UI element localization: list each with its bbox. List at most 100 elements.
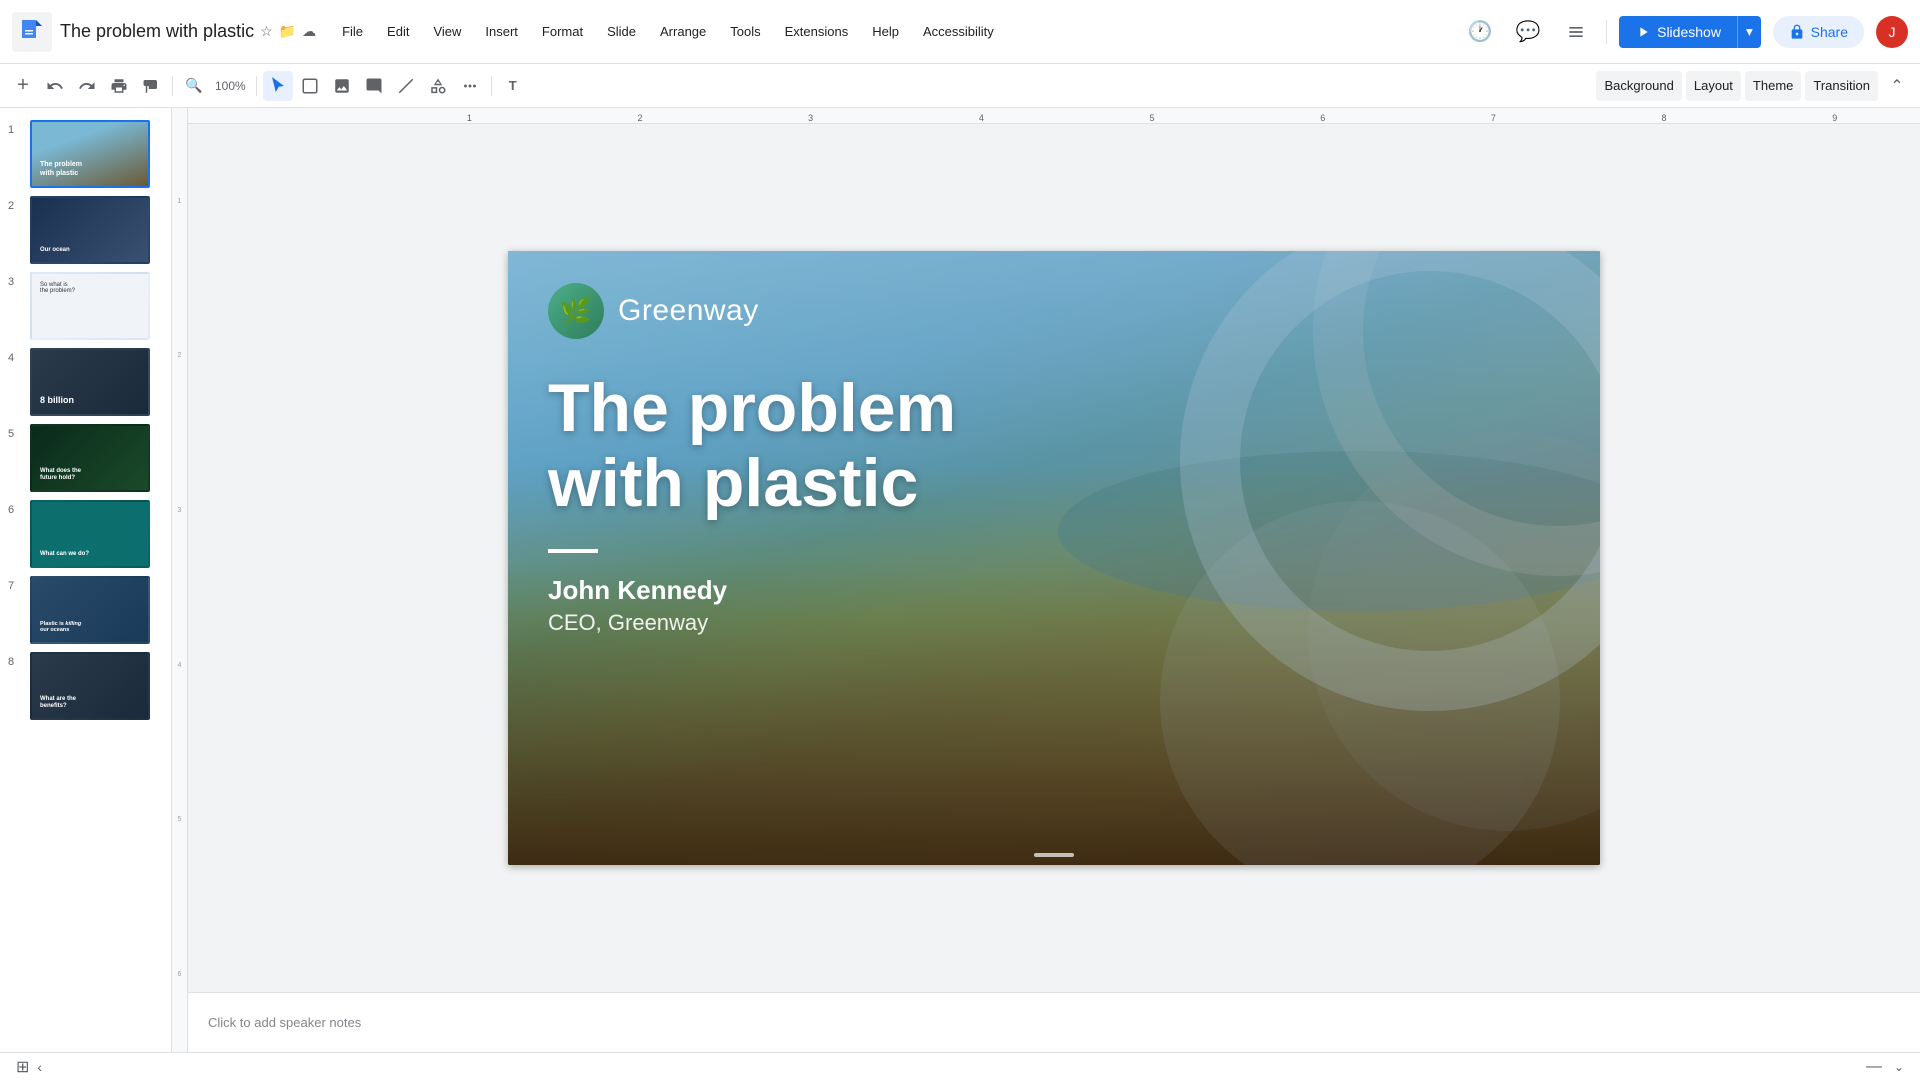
ruler-marks: 1 2 3 4 5 6 7 8 9 bbox=[188, 108, 1920, 123]
cloud-icon[interactable]: ☁ bbox=[302, 23, 316, 40]
slide-thumb-2[interactable]: Our ocean bbox=[30, 196, 150, 264]
background-button[interactable]: Background bbox=[1596, 71, 1681, 101]
slide-thumb-content-2: Our ocean bbox=[32, 198, 148, 262]
undo-button[interactable] bbox=[40, 71, 70, 101]
slide-item-4[interactable]: 4 8 billion bbox=[0, 344, 171, 420]
line-tool[interactable] bbox=[391, 71, 421, 101]
slideshow-group: Slideshow ▾ bbox=[1619, 16, 1761, 48]
slide-wrapper[interactable]: 🌿 Greenway The problem with plastic John… bbox=[188, 124, 1920, 992]
ruler-mark-3: 3 bbox=[725, 113, 896, 123]
slide-divider bbox=[548, 549, 598, 553]
slide-item-1[interactable]: 1 The problemwith plastic bbox=[0, 116, 171, 192]
slideshow-button[interactable]: Slideshow bbox=[1619, 16, 1737, 48]
slides-grid-icon[interactable]: ⊞ bbox=[16, 1057, 29, 1077]
slide-number-1: 1 bbox=[8, 120, 22, 136]
notes-placeholder[interactable]: Click to add speaker notes bbox=[208, 1015, 361, 1030]
textbox-tool[interactable]: T bbox=[498, 71, 528, 101]
share-button[interactable]: Share bbox=[1773, 16, 1864, 48]
ruler-mark-4: 4 bbox=[896, 113, 1067, 123]
comment-tool[interactable] bbox=[359, 71, 389, 101]
shapes-tool[interactable] bbox=[423, 71, 453, 101]
more-tools[interactable] bbox=[455, 71, 485, 101]
slide-title-line2: with plastic bbox=[548, 445, 918, 521]
menu-tools[interactable]: Tools bbox=[720, 20, 770, 43]
slide-thumb-content-1: The problemwith plastic bbox=[32, 122, 148, 186]
menu-accessibility[interactable]: Accessibility bbox=[913, 20, 1004, 43]
statusbar-collapse[interactable]: ⌄ bbox=[1894, 1060, 1904, 1074]
logo-area: 🌿 Greenway bbox=[548, 283, 759, 339]
image-tool[interactable] bbox=[327, 71, 357, 101]
redo-button[interactable] bbox=[72, 71, 102, 101]
user-avatar[interactable]: J bbox=[1876, 16, 1908, 48]
toolbar-collapse-button[interactable]: ⌃ bbox=[1882, 71, 1912, 101]
theme-button[interactable]: Theme bbox=[1745, 71, 1801, 101]
menu-extensions[interactable]: Extensions bbox=[775, 20, 859, 43]
view-button[interactable] bbox=[1558, 14, 1594, 50]
menu-file[interactable]: File bbox=[332, 20, 373, 43]
slide-item-5[interactable]: 5 What does thefuture hold? bbox=[0, 420, 171, 496]
slide-thumb-6[interactable]: What can we do? bbox=[30, 500, 150, 568]
slide-thumb-content-3: So what isthe problem? bbox=[32, 274, 148, 338]
slide-number-6: 6 bbox=[8, 500, 22, 516]
comments-button[interactable]: 💬 bbox=[1510, 14, 1546, 50]
zoom-value[interactable]: 100% bbox=[211, 79, 250, 93]
print-button[interactable] bbox=[104, 71, 134, 101]
star-icon[interactable]: ☆ bbox=[260, 23, 273, 40]
menu-slide[interactable]: Slide bbox=[597, 20, 646, 43]
paint-format-button[interactable] bbox=[136, 71, 166, 101]
statusbar: ⊞ ‹ — ⌄ bbox=[0, 1052, 1920, 1080]
slide-thumb-content-7: Plastic is killingour oceans bbox=[32, 578, 148, 642]
separator-2 bbox=[256, 76, 257, 96]
menu-edit[interactable]: Edit bbox=[377, 20, 419, 43]
horizontal-ruler: 1 2 3 4 5 6 7 8 9 bbox=[188, 108, 1920, 124]
slide-item-3[interactable]: 3 So what isthe problem? bbox=[0, 268, 171, 344]
slide-thumb-5[interactable]: What does thefuture hold? bbox=[30, 424, 150, 492]
slide-thumb-8[interactable]: What are thebenefits? bbox=[30, 652, 150, 720]
notes-area[interactable]: Click to add speaker notes bbox=[188, 992, 1920, 1052]
doc-title[interactable]: The problem with plastic bbox=[60, 21, 254, 42]
add-button[interactable]: + bbox=[8, 71, 38, 101]
slide-canvas[interactable]: 🌿 Greenway The problem with plastic John… bbox=[508, 251, 1600, 865]
slide-item-6[interactable]: 6 What can we do? bbox=[0, 496, 171, 572]
zoom-out-button[interactable]: 🔍 bbox=[179, 71, 209, 101]
menu-insert[interactable]: Insert bbox=[475, 20, 528, 43]
slide-thumb-3[interactable]: So what isthe problem? bbox=[30, 272, 150, 340]
folder-icon[interactable]: 📁 bbox=[279, 23, 296, 40]
slide-position-indicator: — bbox=[1866, 1058, 1882, 1076]
canvas-main: 123456 1 2 3 4 5 6 7 8 9 bbox=[172, 108, 1920, 1052]
slides-panel-toggle[interactable]: ‹ bbox=[37, 1059, 42, 1075]
menu-view[interactable]: View bbox=[423, 20, 471, 43]
history-button[interactable]: 🕐 bbox=[1462, 14, 1498, 50]
slide-number-7: 7 bbox=[8, 576, 22, 592]
ruler-mark-2: 2 bbox=[555, 113, 726, 123]
slide-content: The problem with plastic John Kennedy CE… bbox=[548, 371, 956, 636]
slide-thumb-7[interactable]: Plastic is killingour oceans bbox=[30, 576, 150, 644]
slide-thumb-1[interactable]: The problemwith plastic bbox=[30, 120, 150, 188]
transition-button[interactable]: Transition bbox=[1805, 71, 1878, 101]
menu-arrange[interactable]: Arrange bbox=[650, 20, 716, 43]
menu-format[interactable]: Format bbox=[532, 20, 593, 43]
slide-number-2: 2 bbox=[8, 196, 22, 212]
statusbar-right: — ⌄ bbox=[1866, 1058, 1904, 1076]
slide-thumb-4[interactable]: 8 billion bbox=[30, 348, 150, 416]
shape-tool[interactable] bbox=[295, 71, 325, 101]
slide-number-8: 8 bbox=[8, 652, 22, 668]
layout-button[interactable]: Layout bbox=[1686, 71, 1741, 101]
slides-panel: 1 The problemwith plastic 2 Our ocean 3 bbox=[0, 108, 172, 1052]
slide-thumb-content-5: What does thefuture hold? bbox=[32, 426, 148, 490]
slide-item-2[interactable]: 2 Our ocean bbox=[0, 192, 171, 268]
select-tool[interactable] bbox=[263, 71, 293, 101]
slide-thumb-content-6: What can we do? bbox=[32, 502, 148, 566]
ruler-mark-5: 5 bbox=[1067, 113, 1238, 123]
slide-number-4: 4 bbox=[8, 348, 22, 364]
topbar: The problem with plastic ☆ 📁 ☁ File Edit… bbox=[0, 0, 1920, 64]
slide-scroll-indicator bbox=[1034, 853, 1074, 857]
slide-item-8[interactable]: 8 What are thebenefits? bbox=[0, 648, 171, 724]
app-logo[interactable] bbox=[12, 12, 52, 52]
slideshow-dropdown-button[interactable]: ▾ bbox=[1737, 16, 1761, 48]
separator-1 bbox=[172, 76, 173, 96]
brand-name: Greenway bbox=[618, 294, 759, 328]
doc-title-area: The problem with plastic ☆ 📁 ☁ bbox=[60, 21, 316, 42]
slide-item-7[interactable]: 7 Plastic is killingour oceans bbox=[0, 572, 171, 648]
menu-help[interactable]: Help bbox=[862, 20, 909, 43]
